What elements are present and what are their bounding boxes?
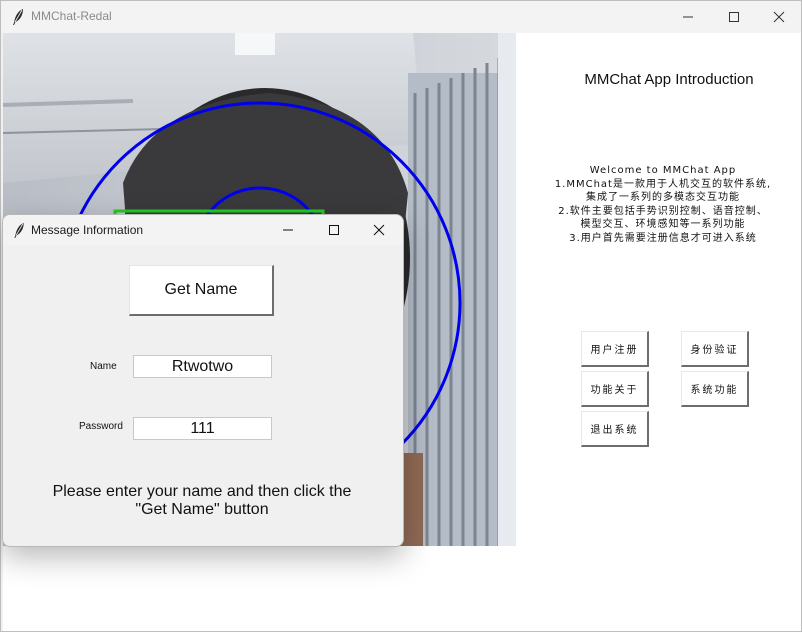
system-button[interactable]: 系统功能 — [681, 371, 749, 407]
message-dialog: Message Information Get Name Name Passwo… — [2, 214, 404, 547]
close-icon — [373, 224, 385, 236]
close-button[interactable] — [756, 1, 802, 33]
about-button[interactable]: 功能关于 — [581, 371, 649, 407]
maximize-icon — [329, 225, 339, 235]
dialog-title: Message Information — [31, 223, 144, 237]
dialog-close-button[interactable] — [356, 215, 402, 245]
maximize-button[interactable] — [711, 1, 757, 33]
name-label: Name — [90, 361, 117, 372]
intro-title: MMChat App Introduction — [584, 71, 754, 88]
close-icon — [773, 11, 785, 23]
feather-icon — [14, 222, 24, 239]
register-button[interactable]: 用户注册 — [581, 331, 649, 367]
minimize-button[interactable] — [665, 1, 711, 33]
exit-button[interactable]: 退出系统 — [581, 411, 649, 447]
minimize-icon — [683, 16, 693, 18]
maximize-icon — [729, 12, 739, 22]
verify-button[interactable]: 身份验证 — [681, 331, 749, 367]
get-name-button[interactable]: Get Name — [129, 265, 274, 316]
minimize-icon — [283, 229, 293, 231]
name-field[interactable] — [133, 355, 272, 378]
dialog-title-bar: Message Information — [3, 215, 403, 245]
feather-icon — [13, 9, 23, 25]
dialog-maximize-button[interactable] — [311, 215, 357, 245]
dialog-minimize-button[interactable] — [265, 215, 311, 245]
intro-text: Welcome to MMChat App 1.MMChat是一款用于人机交互的… — [554, 165, 772, 244]
title-bar: MMChat-Redal — [1, 1, 801, 33]
window-title: MMChat-Redal — [31, 9, 112, 23]
hint-text: Please enter your name and then click th… — [52, 483, 352, 518]
password-field[interactable] — [133, 417, 272, 440]
password-label: Password — [79, 421, 123, 432]
